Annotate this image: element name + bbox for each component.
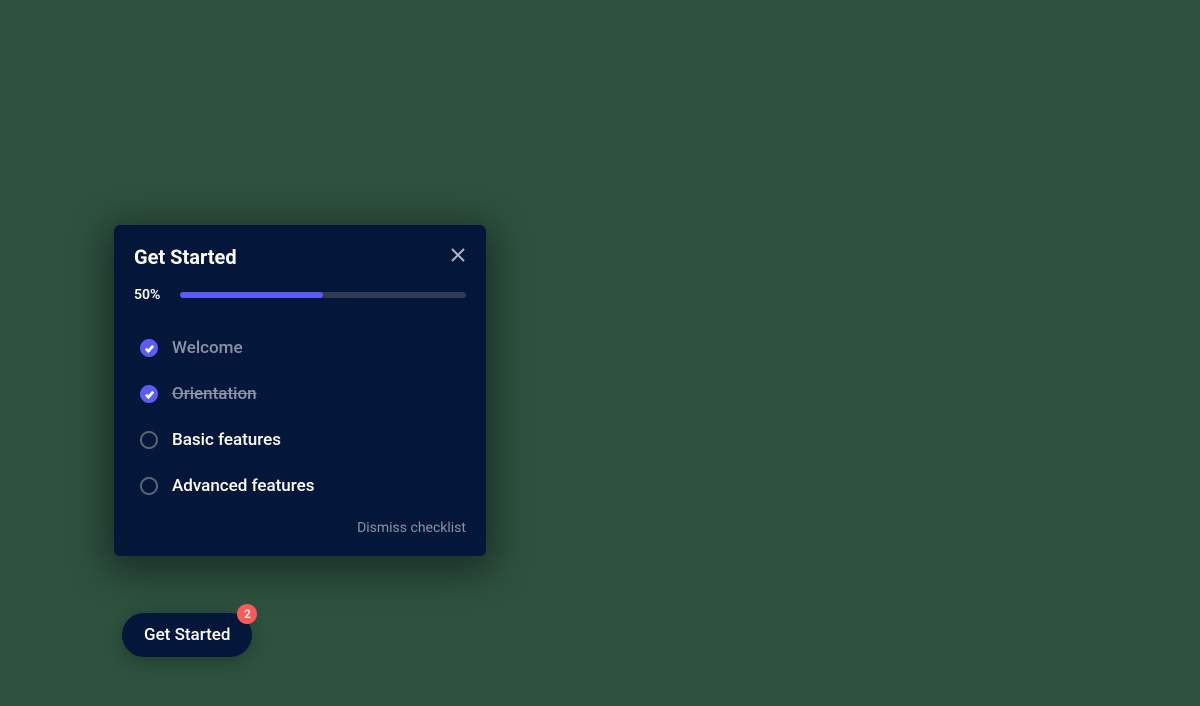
item-label: Welcome bbox=[172, 338, 243, 358]
checklist-items: Welcome Orientation Basic features Advan… bbox=[134, 325, 466, 509]
progress-track bbox=[180, 292, 466, 298]
launcher-badge: 2 bbox=[237, 604, 257, 624]
circle-icon bbox=[140, 431, 158, 449]
progress-fill bbox=[180, 292, 323, 298]
checklist-item-orientation[interactable]: Orientation bbox=[134, 371, 466, 417]
item-label: Advanced features bbox=[172, 476, 314, 496]
progress-row: 50% bbox=[134, 287, 466, 303]
item-label: Basic features bbox=[172, 430, 281, 450]
check-circle-icon bbox=[140, 385, 158, 403]
launcher-label: Get Started bbox=[144, 625, 230, 645]
checklist-panel: Get Started 50% Welcome Orientation Basi… bbox=[114, 225, 486, 556]
dismiss-checklist-link[interactable]: Dismiss checklist bbox=[357, 520, 466, 536]
panel-header: Get Started bbox=[134, 245, 466, 269]
checklist-item-advanced-features[interactable]: Advanced features bbox=[134, 463, 466, 509]
close-icon[interactable] bbox=[450, 247, 466, 263]
circle-icon bbox=[140, 477, 158, 495]
panel-title: Get Started bbox=[134, 245, 237, 269]
item-label: Orientation bbox=[172, 384, 257, 404]
check-circle-icon bbox=[140, 339, 158, 357]
progress-label: 50% bbox=[134, 287, 168, 303]
checklist-item-basic-features[interactable]: Basic features bbox=[134, 417, 466, 463]
get-started-launcher[interactable]: Get Started 2 bbox=[122, 613, 252, 657]
checklist-item-welcome[interactable]: Welcome bbox=[134, 325, 466, 371]
panel-footer: Dismiss checklist bbox=[134, 517, 466, 536]
